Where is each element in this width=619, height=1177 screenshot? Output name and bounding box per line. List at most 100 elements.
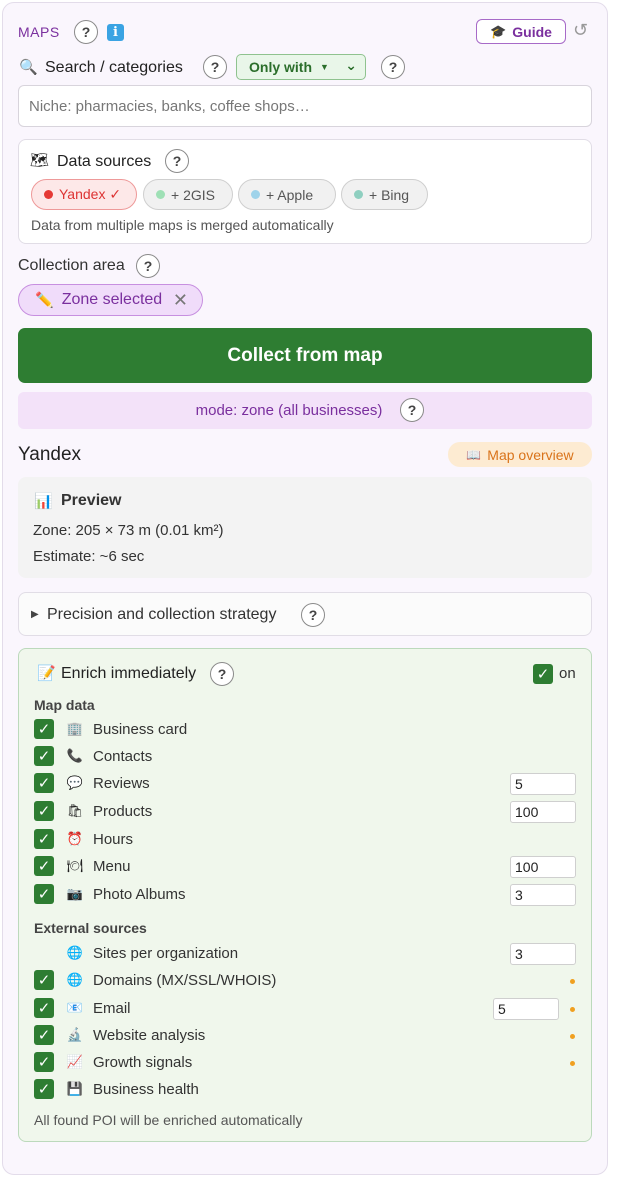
preview-title: Preview bbox=[61, 492, 122, 509]
domains-label: Domains (MX/SSL/WHOIS) bbox=[93, 972, 277, 989]
area-help-icon[interactable]: ? bbox=[136, 254, 160, 278]
building-icon: 🏢 bbox=[66, 721, 84, 736]
reset-icon[interactable]: ↺ bbox=[573, 20, 588, 41]
contacts-label: Contacts bbox=[93, 748, 153, 765]
source-label: + Bing bbox=[369, 186, 410, 203]
sites-per-org-input[interactable] bbox=[510, 943, 576, 965]
growth-signals-checkbox[interactable]: ✓ bbox=[34, 1052, 54, 1072]
memo-icon: 📝 bbox=[37, 665, 56, 682]
source-apple-button[interactable]: + Apple bbox=[238, 179, 336, 210]
yandex-dot-icon bbox=[44, 190, 53, 199]
source-yandex-button[interactable]: Yandex ✓ bbox=[31, 179, 137, 210]
source-bing-button[interactable]: + Bing bbox=[341, 179, 428, 210]
speech-bubble-icon: 💬 bbox=[66, 775, 84, 790]
world-map-icon: 🗺 bbox=[30, 152, 50, 169]
reviews-checkbox[interactable]: ✓ bbox=[34, 773, 54, 793]
menu-checkbox[interactable]: ✓ bbox=[34, 856, 54, 876]
camera-icon: 📷 bbox=[66, 886, 84, 901]
sources-help-icon[interactable]: ? bbox=[165, 149, 189, 173]
photo-albums-count-input[interactable] bbox=[510, 884, 576, 906]
status-dot-icon bbox=[570, 1061, 575, 1066]
niche-search-input[interactable] bbox=[18, 85, 592, 127]
products-count-input[interactable] bbox=[510, 801, 576, 823]
2gis-dot-icon bbox=[156, 190, 165, 199]
guide-label: Guide bbox=[512, 23, 552, 40]
products-label: Products bbox=[93, 803, 153, 820]
enrich-help-icon[interactable]: ? bbox=[210, 662, 234, 686]
precision-help-icon[interactable]: ? bbox=[301, 603, 325, 627]
info-icon[interactable]: i bbox=[107, 24, 124, 41]
status-dot-icon bbox=[570, 979, 575, 984]
triangle-right-icon[interactable]: ▶ bbox=[31, 609, 39, 620]
chevron-down-icon: ⌄ bbox=[345, 57, 357, 73]
caret-down-icon: ▼ bbox=[320, 62, 329, 72]
mode-text: mode: zone (all businesses) bbox=[195, 402, 383, 419]
sites-per-org-label: Sites per organization bbox=[93, 945, 239, 962]
source-label: + 2GIS bbox=[171, 186, 215, 203]
website-analysis-checkbox[interactable]: ✓ bbox=[34, 1025, 54, 1045]
menu-label: Menu bbox=[93, 858, 131, 875]
enrich-toggle-checkbox[interactable]: ✓ bbox=[533, 664, 553, 684]
globe-icon: 🌐 bbox=[66, 945, 84, 960]
hours-label: Hours bbox=[93, 831, 134, 848]
search-help-icon[interactable]: ? bbox=[203, 55, 227, 79]
source-label: + Apple bbox=[266, 186, 314, 203]
source-2gis-button[interactable]: + 2GIS bbox=[143, 179, 233, 210]
map-overview-label: Map overview bbox=[487, 446, 574, 463]
close-icon[interactable]: ✕ bbox=[173, 290, 188, 311]
enrich-title: Enrich immediately bbox=[61, 665, 197, 682]
bing-dot-icon bbox=[354, 190, 363, 199]
panel-title: MAPS bbox=[18, 24, 60, 40]
only-with-value: Only with bbox=[249, 59, 312, 75]
hours-checkbox[interactable]: ✓ bbox=[34, 829, 54, 849]
preview-zone: Zone: 205 × 73 m (0.01 km²) bbox=[33, 522, 224, 539]
plate-icon: 🍽 bbox=[66, 858, 84, 873]
bar-chart-icon: 📊 bbox=[34, 493, 53, 510]
enrich-footer-note: All found POI will be enriched automatic… bbox=[34, 1112, 303, 1128]
guide-button[interactable]: 🎓 Guide bbox=[476, 19, 566, 44]
help-icon[interactable]: ? bbox=[74, 20, 98, 44]
globe-icon: 🌐 bbox=[66, 972, 84, 987]
map-data-heading: Map data bbox=[34, 697, 95, 713]
email-checkbox[interactable]: ✓ bbox=[34, 998, 54, 1018]
photo-albums-checkbox[interactable]: ✓ bbox=[34, 884, 54, 904]
mode-help-icon[interactable]: ? bbox=[400, 398, 424, 422]
filter-help-icon[interactable]: ? bbox=[381, 55, 405, 79]
data-sources-title: Data sources bbox=[57, 153, 152, 170]
graduation-cap-icon: 🎓 bbox=[490, 23, 507, 39]
email-icon: 📧 bbox=[66, 1000, 84, 1015]
apple-dot-icon bbox=[251, 190, 260, 199]
growth-signals-label: Growth signals bbox=[93, 1054, 193, 1071]
pencil-icon: ✏️ bbox=[35, 292, 54, 309]
menu-count-input[interactable] bbox=[510, 856, 576, 878]
book-icon: 📖 bbox=[466, 447, 482, 462]
source-label: Yandex ✓ bbox=[59, 186, 122, 202]
search-icon: 🔍 bbox=[19, 59, 38, 76]
reviews-count-input[interactable] bbox=[510, 773, 576, 795]
only-with-select[interactable]: Only with ▼ ⌄ bbox=[236, 54, 366, 80]
business-card-checkbox[interactable]: ✓ bbox=[34, 719, 54, 739]
business-card-label: Business card bbox=[93, 721, 188, 738]
external-sources-heading: External sources bbox=[34, 920, 147, 936]
map-overview-button[interactable]: 📖 Map overview bbox=[448, 442, 592, 467]
collection-area-label: Collection area bbox=[18, 257, 125, 274]
business-health-label: Business health bbox=[93, 1081, 199, 1098]
sources-note: Data from multiple maps is merged automa… bbox=[31, 217, 334, 233]
microscope-icon: 🔬 bbox=[66, 1027, 84, 1042]
precision-label[interactable]: Precision and collection strategy bbox=[47, 606, 276, 624]
zone-chip-label: Zone selected bbox=[61, 291, 163, 308]
reviews-label: Reviews bbox=[93, 775, 150, 792]
email-label: Email bbox=[93, 1000, 131, 1017]
email-count-input[interactable] bbox=[493, 998, 559, 1020]
floppy-disk-icon: 💾 bbox=[66, 1081, 84, 1096]
contacts-checkbox[interactable]: ✓ bbox=[34, 746, 54, 766]
alarm-clock-icon: ⏰ bbox=[66, 831, 84, 846]
collect-from-map-button[interactable]: Collect from map bbox=[18, 328, 592, 383]
products-checkbox[interactable]: ✓ bbox=[34, 801, 54, 821]
website-analysis-label: Website analysis bbox=[93, 1027, 206, 1044]
business-health-checkbox[interactable]: ✓ bbox=[34, 1079, 54, 1099]
zone-selected-chip[interactable]: ✏️ Zone selected ✕ bbox=[18, 284, 203, 316]
photo-albums-label: Photo Albums bbox=[93, 886, 186, 903]
mode-bar: mode: zone (all businesses) bbox=[18, 392, 592, 429]
domains-checkbox[interactable]: ✓ bbox=[34, 970, 54, 990]
